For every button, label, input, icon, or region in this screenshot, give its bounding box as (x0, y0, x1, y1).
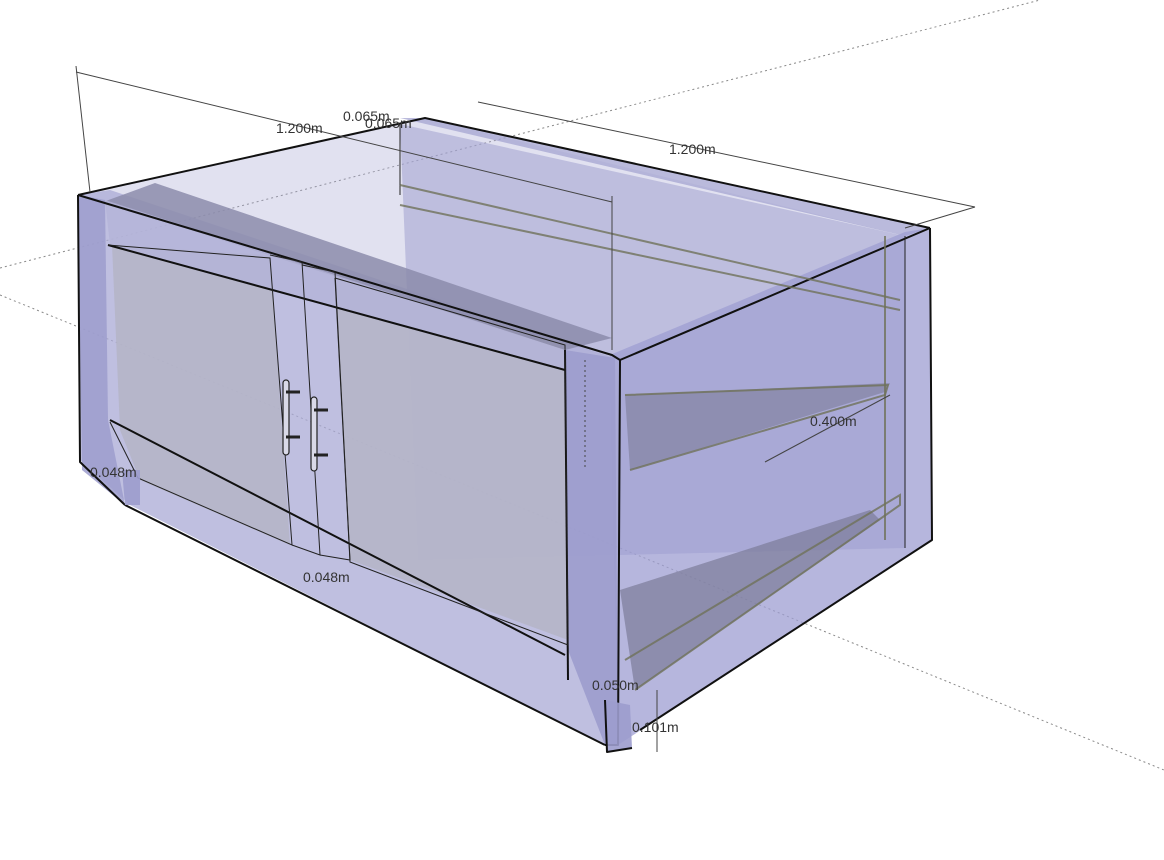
depth-extension (904, 206, 976, 229)
panel-top-b-label: 0.065m (365, 115, 412, 131)
leg-height-label: 0.101m (632, 719, 679, 735)
frame-bottom-label: 0.048m (303, 569, 350, 585)
cabinet-drawing[interactable]: 1.200m 1.200m 0.065m 0.065m 0.400m 0.048… (0, 0, 1164, 855)
right-handle-icon[interactable] (310, 396, 318, 472)
cabinet-body[interactable] (77, 117, 933, 753)
shelf-depth-label: 0.400m (810, 413, 857, 429)
depth-top-label: 1.200m (669, 141, 716, 157)
front-right-leg (605, 700, 632, 752)
width-front-label: 1.200m (276, 120, 323, 136)
leg-width-label: 0.050m (592, 677, 639, 693)
width-extension-left (75, 65, 91, 193)
model-viewport[interactable]: 1.200m 1.200m 0.065m 0.065m 0.400m 0.048… (0, 0, 1164, 855)
frame-left-label: 0.048m (90, 464, 137, 480)
